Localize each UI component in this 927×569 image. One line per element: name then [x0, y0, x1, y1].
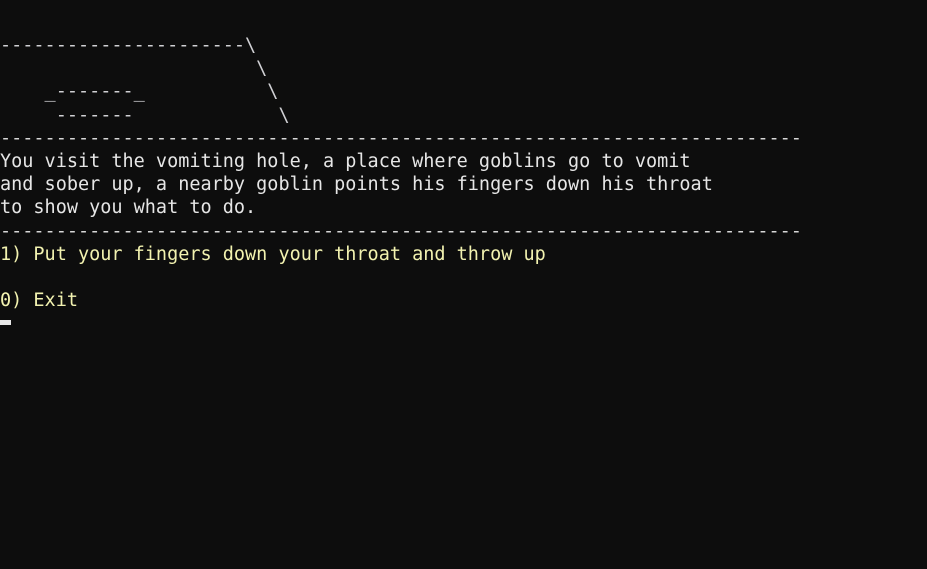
block-cursor-icon: [0, 320, 11, 326]
ascii-art-line-3: _-------_ \: [0, 81, 279, 103]
menu-option-1[interactable]: 1) Put your fingers down your throat and…: [0, 243, 927, 266]
terminal-window[interactable]: ----------------------\ \ _-------_ \ --…: [0, 0, 927, 569]
ascii-art-line-4: ------- \: [0, 104, 290, 126]
description-line-3: to show you what to do.: [0, 197, 257, 219]
ascii-art-line-2: \: [0, 58, 268, 80]
description-line-2: and sober up, a nearby goblin points his…: [0, 174, 713, 196]
terminal-screen: ----------------------\ \ _-------_ \ --…: [0, 34, 927, 335]
input-prompt-row[interactable]: [0, 312, 927, 335]
separator-bottom: ----------------------------------------…: [0, 220, 802, 242]
ascii-art-line-1: ----------------------\: [0, 35, 257, 56]
menu-spacer: [0, 266, 927, 289]
menu-option-exit[interactable]: 0) Exit: [0, 289, 927, 312]
separator-top: ----------------------------------------…: [0, 127, 802, 149]
description-line-1: You visit the vomiting hole, a place whe…: [0, 150, 691, 172]
